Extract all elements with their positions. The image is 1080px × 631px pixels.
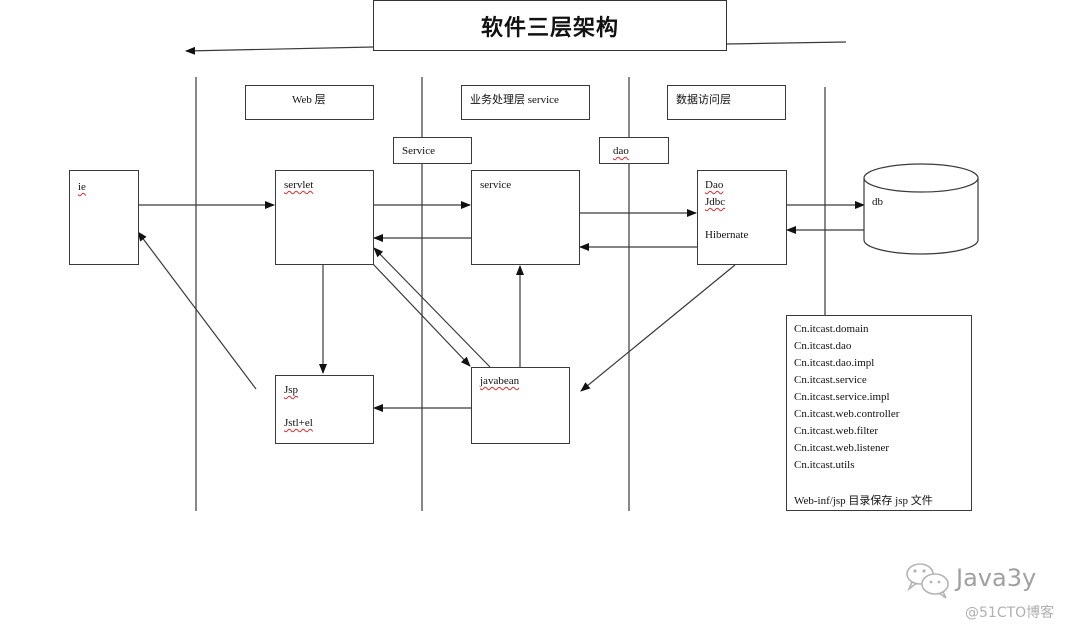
- layer-service-label: 业务处理层 service: [470, 94, 559, 106]
- package-note: Web-inf/jsp 目录保存 jsp 文件: [794, 495, 933, 507]
- package-item: Cn.itcast.utils: [794, 459, 855, 471]
- dao-package-label: dao: [613, 145, 629, 157]
- package-item: Cn.itcast.domain: [794, 323, 869, 335]
- title-arrow-left: [185, 46, 374, 55]
- dao-package-box: dao: [599, 137, 669, 164]
- node-service-label: service: [480, 179, 512, 191]
- node-javabean-label: javabean: [480, 375, 520, 387]
- node-servlet: servlet: [275, 170, 374, 265]
- node-db-label: db: [872, 196, 883, 208]
- layer-dao-box: 数据访问层: [667, 85, 786, 120]
- wechat-icon: [906, 563, 949, 599]
- node-ie-label: ie: [78, 181, 86, 193]
- service-package-label: Service: [402, 145, 435, 157]
- node-dao-label-jdbc: Jdbc: [705, 196, 726, 208]
- package-item: Cn.itcast.service.impl: [794, 391, 890, 403]
- package-list: Cn.itcast.domain Cn.itcast.dao Cn.itcast…: [786, 315, 972, 511]
- title-line-right: [726, 41, 847, 45]
- package-item: Cn.itcast.web.listener: [794, 442, 890, 454]
- watermark-brand: Java3y: [956, 564, 1037, 592]
- package-item: Cn.itcast.dao: [794, 340, 852, 352]
- edge-jsp-ie: [137, 231, 257, 390]
- node-jsp: Jsp Jstl+el: [275, 375, 374, 444]
- watermark-source: @51CTO博客: [965, 605, 1055, 621]
- db-cylinder: [863, 163, 979, 255]
- layer-web-label: Web 层: [292, 94, 326, 106]
- layer-dao-label: 数据访问层: [676, 94, 731, 106]
- node-jsp-label-jsp: Jsp: [284, 384, 299, 396]
- node-jsp-label-jstl: Jstl+el: [284, 417, 313, 429]
- node-dao-label-hibernate: Hibernate: [705, 229, 749, 241]
- node-javabean: javabean: [471, 367, 570, 444]
- edge-dao-javabean: [580, 264, 736, 392]
- layer-service-box: 业务处理层 service: [461, 85, 590, 120]
- node-service: service: [471, 170, 580, 265]
- package-item: Cn.itcast.dao.impl: [794, 357, 875, 369]
- package-item: Cn.itcast.web.controller: [794, 408, 900, 420]
- node-dao: Dao Jdbc Hibernate: [697, 170, 787, 265]
- title-box: 软件三层架构: [373, 0, 727, 51]
- edge-javabean-servlet: [373, 247, 491, 368]
- service-package-box: Service: [393, 137, 472, 164]
- page-title: 软件三层架构: [480, 15, 619, 41]
- node-dao-label-dao: Dao: [705, 179, 724, 191]
- package-item: Cn.itcast.web.filter: [794, 425, 879, 437]
- node-servlet-label: servlet: [284, 179, 314, 191]
- package-item: Cn.itcast.service: [794, 374, 867, 386]
- node-ie: ie: [69, 170, 139, 265]
- layer-web-box: Web 层: [245, 85, 374, 120]
